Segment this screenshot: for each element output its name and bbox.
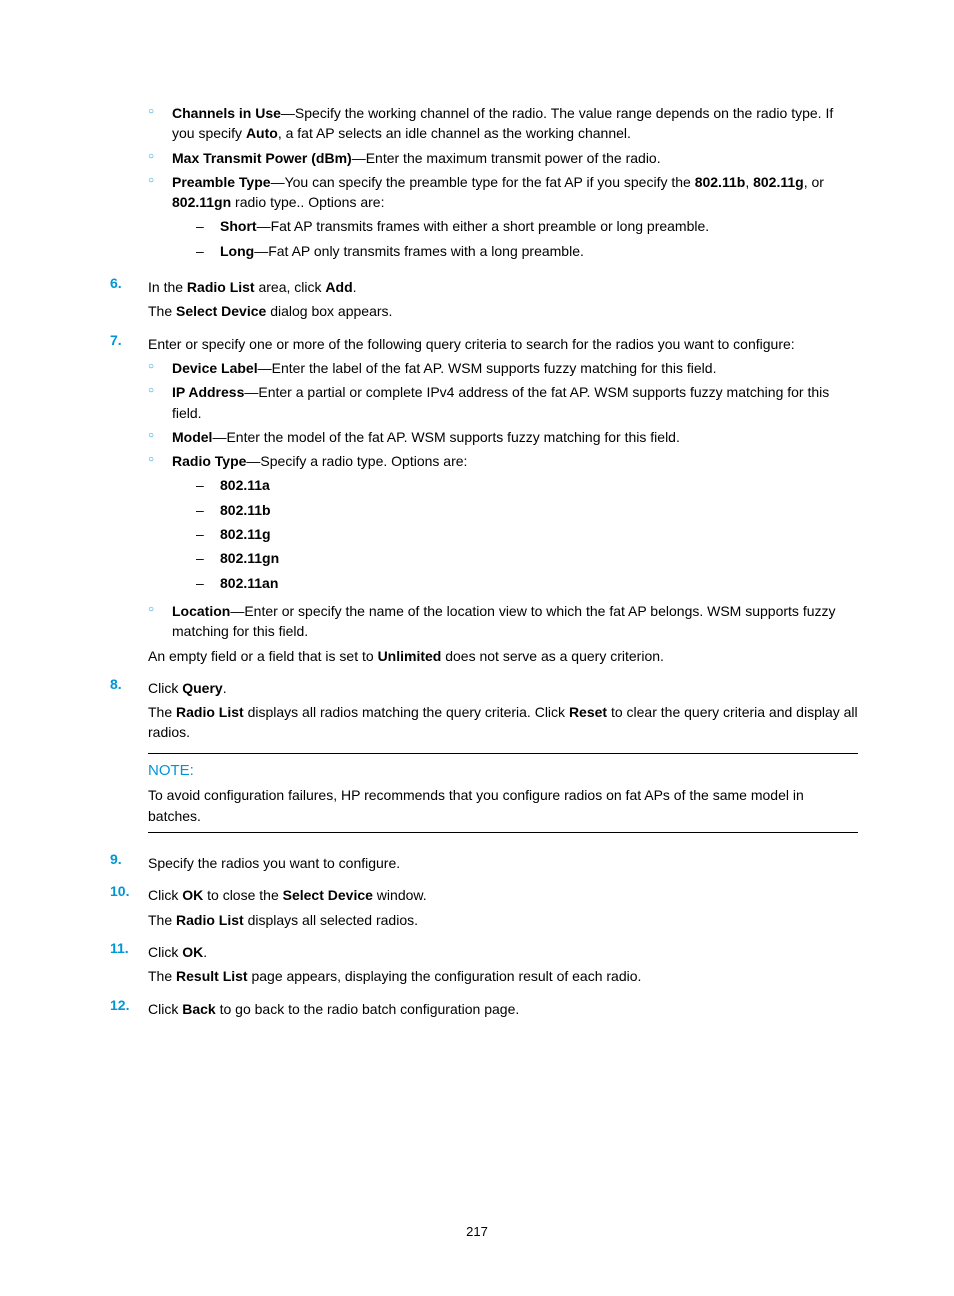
circle-icon: ○ <box>148 601 172 642</box>
body-text: —You can specify the preamble type for t… <box>271 174 695 190</box>
note-block: NOTE: To avoid configuration failures, H… <box>148 753 858 833</box>
sub-item: ○ Location—Enter or specify the name of … <box>148 601 858 642</box>
term-bold: 802.11gn <box>172 194 231 210</box>
term-bold: Auto <box>246 125 278 141</box>
subsub-item: – Long—Fat AP only transmits frames with… <box>172 241 858 261</box>
step-6: 6. In the Radio List area, click Add. Th… <box>96 273 858 326</box>
sub-item: ○ IP Address—Enter a partial or complete… <box>148 382 858 423</box>
subsub-item: –802.11g <box>172 524 858 544</box>
body-text: —Fat AP transmits frames with either a s… <box>257 218 710 234</box>
dash-icon: – <box>196 216 220 236</box>
subsub-item: –802.11an <box>172 573 858 593</box>
sub-item: ○ Max Transmit Power (dBm)—Enter the max… <box>148 148 858 168</box>
circle-icon: ○ <box>148 103 172 144</box>
step-12: 12. Click Back to go back to the radio b… <box>96 995 858 1023</box>
term: 802.11a <box>220 477 270 493</box>
subsub-item: –802.11b <box>172 500 858 520</box>
term: Max Transmit Power (dBm) <box>172 150 352 166</box>
step-7: 7. Enter or specify one or more of the f… <box>96 330 858 670</box>
step-8: 8. Click Query. The Radio List displays … <box>96 674 858 845</box>
body-text: —Fat AP only transmits frames with a lon… <box>254 243 584 259</box>
body-text: —Specify a radio type. Options are: <box>246 453 467 469</box>
dash-icon: – <box>196 475 220 495</box>
circle-icon: ○ <box>148 427 172 447</box>
step-number: 11. <box>96 938 134 991</box>
circle-icon: ○ <box>148 172 172 265</box>
circle-icon: ○ <box>148 358 172 378</box>
body-text: —Enter the model of the fat AP. WSM supp… <box>212 429 679 445</box>
term: IP Address <box>172 384 244 400</box>
term: Long <box>220 243 254 259</box>
body-text: Enter or specify one or more of the foll… <box>148 334 858 354</box>
term-bold: 802.11b <box>695 174 746 190</box>
sub-item: ○ Radio Type—Specify a radio type. Optio… <box>148 451 858 597</box>
term-bold: 802.11g <box>753 174 804 190</box>
body-text: —Enter or specify the name of the locati… <box>172 603 836 639</box>
step-continuation: ○ Channels in Use—Specify the working ch… <box>96 99 858 269</box>
sub-item: ○ Channels in Use—Specify the working ch… <box>148 103 858 144</box>
subsub-item: –802.11gn <box>172 548 858 568</box>
term: Device Label <box>172 360 258 376</box>
term: Preamble Type <box>172 174 271 190</box>
step-11: 11. Click OK. The Result List page appea… <box>96 938 858 991</box>
body-text: —Enter the label of the fat AP. WSM supp… <box>258 360 717 376</box>
dash-icon: – <box>196 500 220 520</box>
body-text: —Enter a partial or complete IPv4 addres… <box>172 384 829 420</box>
step-number: 10. <box>96 881 134 934</box>
body-text: —Enter the maximum transmit power of the… <box>352 150 661 166</box>
body-text: Specify the radios you want to configure… <box>148 853 858 873</box>
subsub-item: –802.11a <box>172 475 858 495</box>
term: Radio Type <box>172 453 246 469</box>
document-page: ○ Channels in Use—Specify the working ch… <box>0 0 954 1292</box>
step-number: 8. <box>96 674 134 845</box>
body-text: radio type.. Options are: <box>231 194 384 210</box>
page-number: 217 <box>96 1223 858 1242</box>
term: 802.11an <box>220 575 278 591</box>
step-number: 12. <box>96 995 134 1023</box>
step-10: 10. Click OK to close the Select Device … <box>96 881 858 934</box>
note-text: To avoid configuration failures, HP reco… <box>148 785 858 833</box>
sub-item: ○ Preamble Type—You can specify the prea… <box>148 172 858 265</box>
term: 802.11gn <box>220 550 279 566</box>
dash-icon: – <box>196 241 220 261</box>
body-text: , a fat AP selects an idle channel as th… <box>278 125 631 141</box>
circle-icon: ○ <box>148 451 172 597</box>
term: Location <box>172 603 230 619</box>
dash-icon: – <box>196 524 220 544</box>
term: Channels in Use <box>172 105 281 121</box>
step-9: 9. Specify the radios you want to config… <box>96 849 858 877</box>
subsub-item: – Short—Fat AP transmits frames with eit… <box>172 216 858 236</box>
step-number: 7. <box>96 330 134 670</box>
term: 802.11b <box>220 502 271 518</box>
note-label: NOTE: <box>148 760 858 782</box>
circle-icon: ○ <box>148 148 172 168</box>
dash-icon: – <box>196 548 220 568</box>
term: Short <box>220 218 257 234</box>
sub-item: ○ Model—Enter the model of the fat AP. W… <box>148 427 858 447</box>
term: Model <box>172 429 212 445</box>
step-number: 9. <box>96 849 134 877</box>
dash-icon: – <box>196 573 220 593</box>
step-number: 6. <box>96 273 134 326</box>
term: 802.11g <box>220 526 271 542</box>
sub-item: ○ Device Label—Enter the label of the fa… <box>148 358 858 378</box>
circle-icon: ○ <box>148 382 172 423</box>
